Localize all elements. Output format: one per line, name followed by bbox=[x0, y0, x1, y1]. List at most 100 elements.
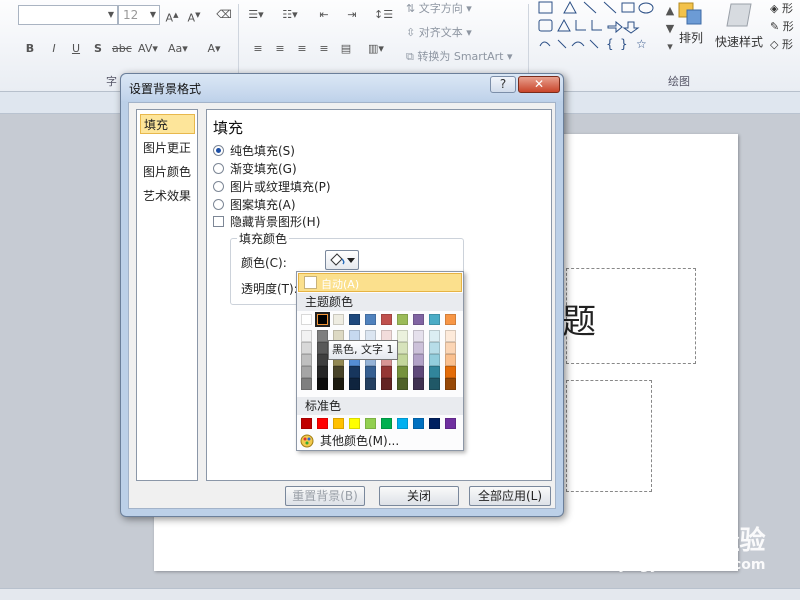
standard-color-swatch[interactable] bbox=[397, 418, 408, 429]
char-spacing-icon[interactable]: AV▾ bbox=[138, 40, 158, 58]
align-left-icon[interactable]: ≡ bbox=[250, 40, 266, 58]
theme-tint-swatch[interactable] bbox=[301, 342, 312, 354]
theme-tint-swatch[interactable] bbox=[413, 366, 424, 378]
shadow-icon[interactable]: S bbox=[90, 40, 106, 58]
theme-color-swatch[interactable] bbox=[365, 314, 376, 325]
align-right-icon[interactable]: ≡ bbox=[294, 40, 310, 58]
bullets-icon[interactable]: ☰▾ bbox=[248, 6, 264, 24]
color-picker-button[interactable] bbox=[325, 250, 359, 270]
chevron-down-icon[interactable]: ▼ bbox=[150, 10, 156, 19]
numbering-icon[interactable]: ☷▾ bbox=[282, 6, 298, 24]
reset-background-button[interactable]: 重置背景(B) bbox=[285, 486, 365, 506]
theme-tint-swatch[interactable] bbox=[413, 354, 424, 366]
theme-tint-swatch[interactable] bbox=[429, 378, 440, 390]
pattern-fill-option[interactable]: 图案填充(A) bbox=[213, 196, 296, 212]
close-window-button[interactable]: ✕ bbox=[518, 76, 560, 93]
apply-to-all-button[interactable]: 全部应用(L) bbox=[469, 486, 551, 506]
strikethrough-icon[interactable]: abc bbox=[112, 40, 132, 58]
chevron-down-icon[interactable]: ▼ bbox=[108, 10, 114, 19]
checkbox-icon[interactable] bbox=[213, 215, 224, 227]
more-colors-option[interactable]: 其他颜色(M)... bbox=[300, 432, 399, 449]
nav-item-picture-corrections[interactable]: 图片更正 bbox=[140, 138, 195, 158]
picture-texture-fill-option[interactable]: 图片或纹理填充(P) bbox=[213, 178, 331, 194]
standard-color-swatch[interactable] bbox=[445, 418, 456, 429]
justify-icon[interactable]: ≡ bbox=[316, 40, 332, 58]
theme-tint-swatch[interactable] bbox=[413, 378, 424, 390]
columns-icon[interactable]: ▥▾ bbox=[368, 40, 384, 58]
theme-tint-swatch[interactable] bbox=[445, 378, 456, 390]
radio-icon[interactable] bbox=[213, 180, 224, 192]
standard-color-swatch[interactable] bbox=[365, 418, 376, 429]
theme-tint-swatch[interactable] bbox=[381, 378, 392, 390]
quick-styles-button[interactable]: 快速样式 bbox=[712, 0, 766, 50]
theme-tint-swatch[interactable] bbox=[349, 378, 360, 390]
theme-tint-swatch[interactable] bbox=[365, 378, 376, 390]
theme-tint-swatch[interactable] bbox=[333, 378, 344, 390]
font-size-input[interactable]: 12 ▼ bbox=[118, 5, 160, 25]
gradient-fill-option[interactable]: 渐变填充(G) bbox=[213, 160, 297, 176]
theme-color-swatch[interactable] bbox=[349, 314, 360, 325]
solid-fill-option[interactable]: 纯色填充(S) bbox=[213, 142, 295, 158]
theme-color-swatch[interactable] bbox=[413, 314, 424, 325]
align-text-button[interactable]: ⇳ 对齐文本 ▾ bbox=[406, 24, 472, 40]
theme-tint-swatch[interactable] bbox=[397, 330, 408, 342]
theme-tint-swatch[interactable] bbox=[301, 330, 312, 342]
theme-tint-swatch[interactable] bbox=[301, 378, 312, 390]
distributed-icon[interactable]: ▤ bbox=[338, 40, 354, 58]
subtitle-placeholder[interactable] bbox=[566, 380, 652, 492]
shape-effects-button[interactable]: ◇ 形 bbox=[770, 36, 794, 54]
standard-color-swatch[interactable] bbox=[381, 418, 392, 429]
theme-tint-swatch[interactable] bbox=[413, 330, 424, 342]
automatic-color-option[interactable]: 自动(A) bbox=[298, 273, 462, 292]
line-spacing-icon[interactable]: ↕☰ bbox=[374, 6, 393, 24]
close-button[interactable]: 关闭 bbox=[379, 486, 459, 506]
theme-tint-swatch[interactable] bbox=[333, 366, 344, 378]
theme-tint-swatch[interactable] bbox=[317, 378, 328, 390]
theme-tint-swatch[interactable] bbox=[397, 378, 408, 390]
theme-color-swatch[interactable] bbox=[397, 314, 408, 325]
theme-tint-swatch[interactable] bbox=[317, 330, 328, 342]
theme-tint-swatch[interactable] bbox=[381, 366, 392, 378]
standard-color-swatch[interactable] bbox=[317, 418, 328, 429]
bold-icon[interactable]: B bbox=[22, 40, 38, 58]
nav-item-picture-color[interactable]: 图片颜色 bbox=[140, 162, 195, 182]
theme-tint-swatch[interactable] bbox=[317, 354, 328, 366]
nav-item-fill[interactable]: 填充 bbox=[140, 114, 195, 134]
change-case-icon[interactable]: Aa▾ bbox=[168, 40, 188, 58]
standard-color-swatch[interactable] bbox=[349, 418, 360, 429]
hide-background-graphics-checkbox[interactable]: 隐藏背景图形(H) bbox=[213, 213, 320, 229]
theme-tint-swatch[interactable] bbox=[429, 342, 440, 354]
underline-icon[interactable]: U bbox=[68, 40, 84, 58]
shape-fill-button[interactable]: ◈ 形 bbox=[770, 0, 794, 18]
theme-color-swatch[interactable] bbox=[429, 314, 440, 325]
theme-color-swatch[interactable] bbox=[445, 314, 456, 325]
theme-tint-swatch[interactable] bbox=[349, 366, 360, 378]
shapes-gallery[interactable]: { } ☆ bbox=[536, 0, 656, 54]
standard-color-swatch[interactable] bbox=[301, 418, 312, 429]
theme-tint-swatch[interactable] bbox=[317, 366, 328, 378]
standard-color-swatch[interactable] bbox=[413, 418, 424, 429]
align-center-icon[interactable]: ≡ bbox=[272, 40, 288, 58]
font-color-icon[interactable]: A▾ bbox=[206, 40, 222, 58]
theme-tint-swatch[interactable] bbox=[365, 366, 376, 378]
theme-tint-swatch[interactable] bbox=[397, 366, 408, 378]
help-button[interactable]: ? bbox=[490, 76, 516, 93]
radio-icon[interactable] bbox=[213, 144, 224, 156]
theme-tint-swatch[interactable] bbox=[429, 330, 440, 342]
arrange-button[interactable]: 排列 bbox=[674, 0, 708, 46]
nav-item-artistic-effects[interactable]: 艺术效果 bbox=[140, 186, 195, 206]
theme-tint-swatch[interactable] bbox=[429, 354, 440, 366]
standard-color-swatch[interactable] bbox=[333, 418, 344, 429]
theme-tint-swatch[interactable] bbox=[445, 366, 456, 378]
theme-tint-swatch[interactable] bbox=[317, 342, 328, 354]
theme-color-swatch[interactable] bbox=[381, 314, 392, 325]
theme-tint-swatch[interactable] bbox=[445, 354, 456, 366]
theme-color-swatch[interactable] bbox=[315, 312, 330, 327]
text-direction-button[interactable]: ⇅ 文字方向 ▾ bbox=[406, 0, 472, 16]
radio-icon[interactable] bbox=[213, 198, 224, 210]
convert-smartart-button[interactable]: ⧉ 转换为 SmartArt ▾ bbox=[406, 48, 513, 64]
theme-color-swatch[interactable] bbox=[301, 314, 312, 325]
shapes-icon[interactable]: { } ☆ bbox=[536, 0, 666, 54]
theme-tint-swatch[interactable] bbox=[445, 342, 456, 354]
standard-color-swatch[interactable] bbox=[429, 418, 440, 429]
